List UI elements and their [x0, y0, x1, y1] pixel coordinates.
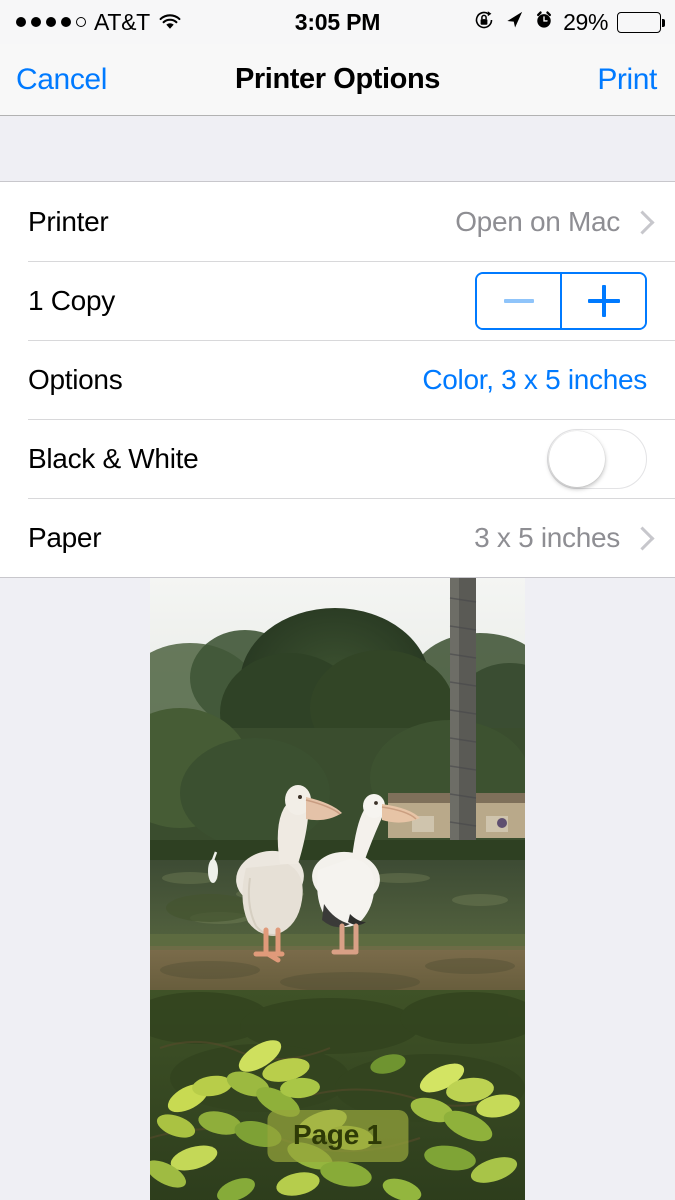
decrement-copies-button[interactable] [477, 273, 560, 328]
battery-percentage-label: 29% [563, 8, 608, 35]
location-arrow-icon [504, 9, 525, 35]
printer-row-label: Printer [28, 205, 109, 237]
print-preview-area: Page 1 [0, 578, 675, 1200]
black-and-white-toggle[interactable] [547, 428, 647, 489]
rotation-lock-icon [473, 9, 495, 36]
status-bar-right: 29% [473, 8, 665, 36]
black-and-white-row-label: Black & White [28, 442, 199, 474]
copies-row: 1 Copy [0, 261, 675, 340]
table-top-spacer [0, 116, 675, 182]
printer-options-screen: AT&T 3:05 PM 29% Cancel Printer Options … [0, 0, 675, 1200]
printer-row-value: Open on Mac [455, 205, 620, 237]
printer-options-table: Printer Open on Mac 1 Copy Options Color… [0, 182, 675, 578]
page-title: Printer Options [234, 63, 441, 95]
page-preview-thumbnail[interactable]: Page 1 [150, 578, 525, 1200]
alarm-clock-icon [534, 10, 554, 35]
print-button[interactable]: Print [597, 63, 657, 97]
paper-row-accessory: 3 x 5 inches [474, 522, 647, 554]
minus-icon [503, 298, 534, 303]
copies-stepper[interactable] [475, 271, 647, 330]
options-row-label: Options [28, 363, 123, 395]
chevron-right-icon [634, 211, 647, 233]
status-bar: AT&T 3:05 PM 29% [0, 0, 675, 44]
black-and-white-row: Black & White [0, 419, 675, 498]
options-row-value[interactable]: Color, 3 x 5 inches [422, 364, 647, 396]
printer-row[interactable]: Printer Open on Mac [0, 182, 675, 261]
page-number-badge: Page 1 [266, 1110, 409, 1162]
increment-copies-button[interactable] [560, 273, 645, 328]
paper-row[interactable]: Paper 3 x 5 inches [0, 498, 675, 577]
printer-row-accessory: Open on Mac [455, 206, 647, 238]
black-and-white-row-accessory [547, 428, 647, 489]
options-row[interactable]: Options Color, 3 x 5 inches [0, 340, 675, 419]
copies-row-label: 1 Copy [28, 284, 115, 316]
copies-row-accessory [475, 271, 647, 330]
paper-row-label: Paper [28, 521, 102, 553]
navigation-bar: Cancel Printer Options Print [0, 44, 675, 116]
toggle-knob [549, 430, 605, 487]
options-row-accessory: Color, 3 x 5 inches [422, 364, 647, 396]
battery-icon [617, 11, 665, 33]
chevron-right-icon [634, 527, 647, 549]
pelicans-photo [150, 578, 525, 1200]
paper-row-value: 3 x 5 inches [474, 521, 620, 553]
plus-icon [587, 284, 620, 317]
